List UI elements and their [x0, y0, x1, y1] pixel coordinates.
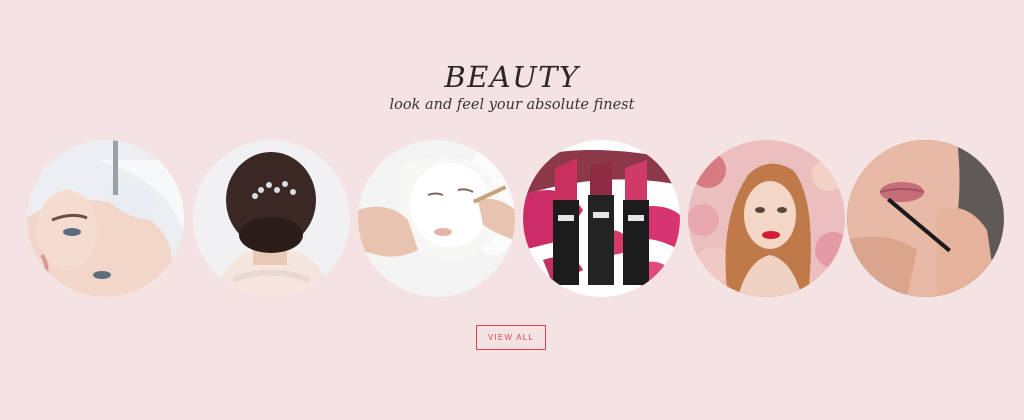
category-lip-liner[interactable]	[847, 140, 1004, 297]
bridal-hair-photo	[193, 140, 350, 297]
view-all-button[interactable]: VIEW ALL	[476, 325, 546, 350]
section-subtitle: look and feel your absolute finest	[389, 97, 635, 113]
category-bridal-hair[interactable]	[193, 140, 350, 297]
category-microblading[interactable]	[27, 140, 184, 297]
lip-liner-photo	[847, 140, 1004, 297]
microblading-photo	[27, 140, 184, 297]
section-heading: BEAUTY look and feel your absolute fines…	[0, 60, 1024, 116]
category-lipstick[interactable]	[523, 140, 680, 297]
category-facial[interactable]	[358, 140, 515, 297]
category-gallery	[27, 140, 1007, 300]
section-title: BEAUTY	[444, 60, 580, 94]
facial-mask-photo	[358, 140, 515, 297]
lipstick-photo	[523, 140, 680, 297]
beauty-section: BEAUTY look and feel your absolute fines…	[0, 0, 1024, 420]
glam-makeup-photo	[688, 140, 845, 297]
category-glam-makeup[interactable]	[688, 140, 845, 297]
